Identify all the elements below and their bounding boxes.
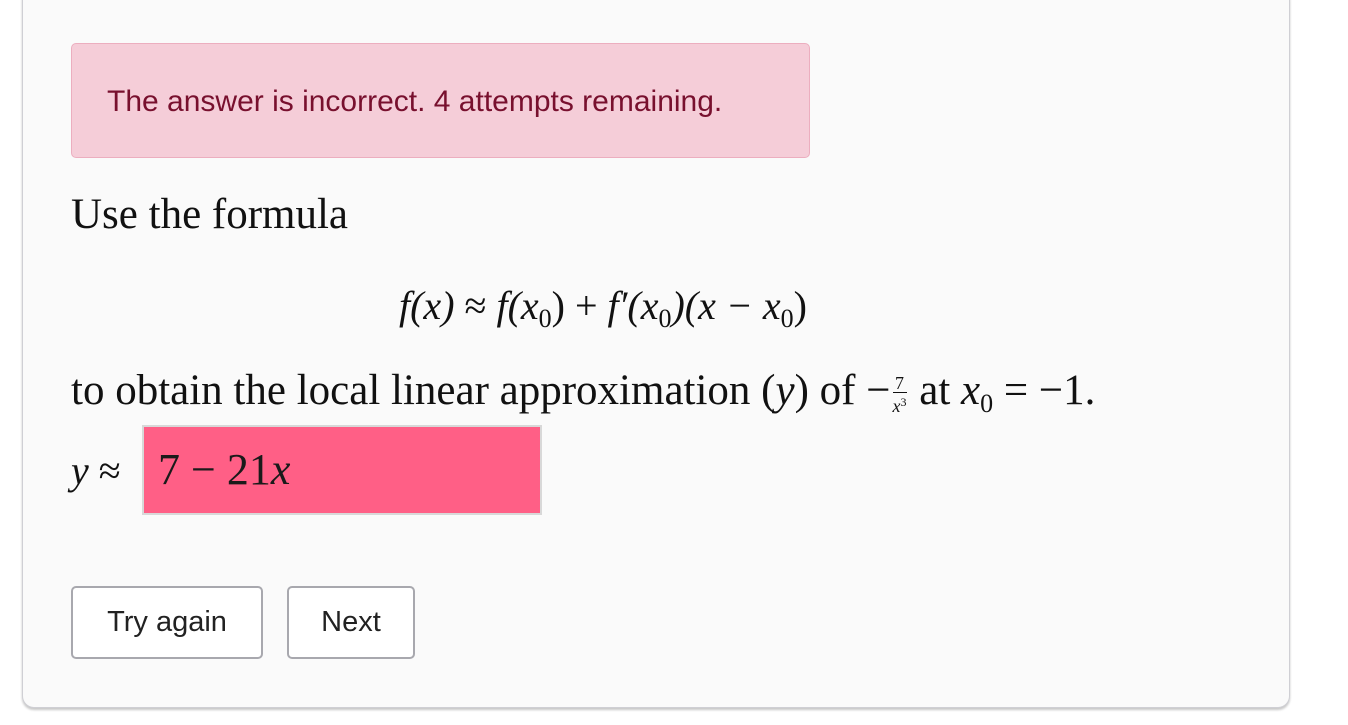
answer-value-var: x <box>270 445 291 494</box>
formula-term1-close: ) <box>551 283 565 328</box>
next-button[interactable]: Next <box>287 586 415 659</box>
fraction-denominator-var: x <box>892 395 901 416</box>
fraction-numerator: 7 <box>892 374 907 393</box>
formula-approx: ≈ <box>464 283 487 328</box>
formula-term1: f(x <box>496 283 539 328</box>
formula-lhs: f(x) <box>399 283 455 328</box>
fraction-denominator-exponent: 3 <box>900 394 907 409</box>
instruction-text-at: at <box>908 367 962 414</box>
formula-sub2: 0 <box>658 304 672 333</box>
incorrect-answer-alert: The answer is incorrect. 4 attempts rema… <box>71 43 810 158</box>
alert-message: The answer is incorrect. 4 attempts rema… <box>107 85 723 118</box>
answer-value-number: 7 − 21 <box>158 445 271 494</box>
instruction-text-before: to obtain the local linear approximation… <box>71 367 776 414</box>
question-instruction: to obtain the local linear approximation… <box>71 366 1095 419</box>
instruction-x0-sub: 0 <box>980 389 994 418</box>
instruction-text-end: = −1. <box>993 367 1096 414</box>
linear-approximation-formula: f(x) ≈ f(x0) + f′(x0)(x − x0) <box>399 282 807 334</box>
formula-sub1: 0 <box>538 304 552 333</box>
formula-term2-close: )(x − <box>671 283 753 328</box>
instruction-x0: x <box>961 367 981 414</box>
instruction-var: y <box>775 367 795 414</box>
answer-label-approx: ≈ <box>88 448 121 493</box>
fraction-denominator: x3 <box>893 393 907 415</box>
formula-term2: f′(x <box>607 283 659 328</box>
formula-term3: x <box>762 283 781 328</box>
answer-label: y ≈ <box>71 447 121 494</box>
answer-input[interactable]: 7 − 21x <box>142 425 542 515</box>
function-fraction: 7 x3 <box>892 374 907 415</box>
answer-label-var: y <box>71 448 89 493</box>
formula-sub3: 0 <box>780 304 794 333</box>
try-again-button[interactable]: Try again <box>71 586 263 659</box>
question-intro: Use the formula <box>71 191 349 238</box>
instruction-text-mid: ) of − <box>794 367 891 414</box>
formula-term3-close: ) <box>793 283 807 328</box>
formula-plus: + <box>574 283 598 328</box>
